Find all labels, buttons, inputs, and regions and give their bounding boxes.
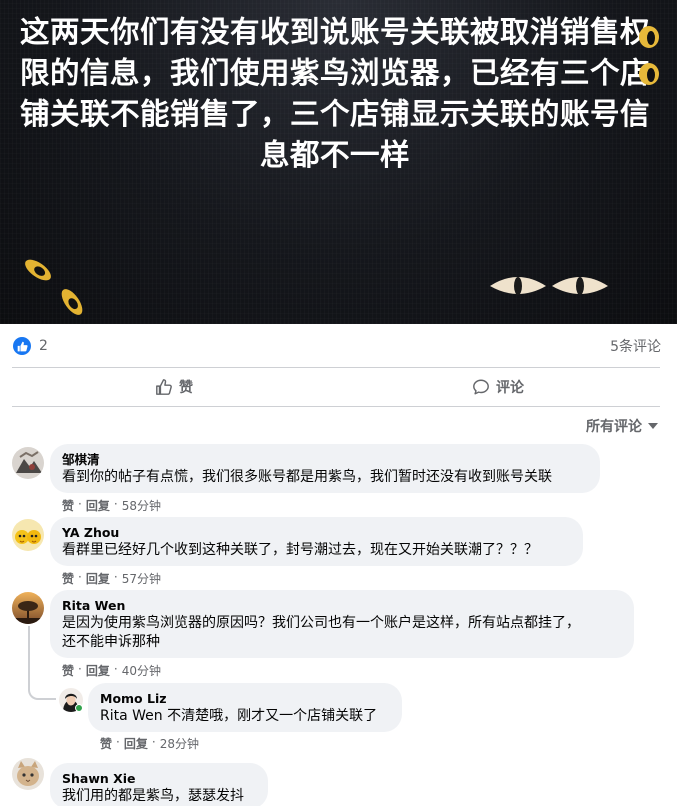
caret-down-icon <box>648 423 658 429</box>
avatar[interactable] <box>12 758 44 790</box>
reply-link[interactable]: 回复 <box>86 497 110 514</box>
reactions-summary: 2 5条评论 <box>13 334 661 358</box>
comment-bubble: YA Zhou 看群里已经好几个收到这种关联了，封号潮过去，现在又开始关联潮了？… <box>50 517 583 566</box>
comment-author[interactable]: 邹棋清 <box>62 452 588 468</box>
comment-author[interactable]: Shawn Xie <box>62 771 256 787</box>
eye-icon <box>61 289 83 315</box>
eye-icon <box>639 26 659 48</box>
like-link[interactable]: 赞 <box>100 735 112 752</box>
comment-meta: 赞 · 回复 · 58分钟 <box>62 497 161 514</box>
comment-text-line: 是因为使用紫鸟浏览器的原因吗？我们公司也有一个账户是这样，所有站点都挂了， <box>62 615 580 631</box>
comment-text: 我们用的都是紫鸟，瑟瑟发抖 <box>62 788 244 804</box>
mention-link[interactable]: Rita Wen <box>100 708 163 724</box>
reply-link[interactable]: 回复 <box>86 570 110 587</box>
like-button-label: 赞 <box>179 380 193 396</box>
reply-link[interactable]: 回复 <box>86 662 110 679</box>
comment-button-label: 评论 <box>496 380 524 396</box>
comment-timestamp[interactable]: 28分钟 <box>160 735 199 752</box>
comment-timestamp[interactable]: 57分钟 <box>122 570 161 587</box>
comment-author[interactable]: Rita Wen <box>62 598 622 614</box>
comment-text: Rita Wen 不清楚哦，刚才又一个店铺关联了 <box>100 707 390 726</box>
comment-meta: 赞 · 回复 · 28分钟 <box>100 735 199 752</box>
divider <box>12 406 660 407</box>
comment-author[interactable]: Momo Liz <box>100 691 390 707</box>
sort-label: 所有评论 <box>586 419 642 435</box>
comment-meta: 赞 · 回复 · 40分钟 <box>62 662 161 679</box>
comment-meta: 赞 · 回复 · 57分钟 <box>62 570 161 587</box>
comment-bubble: Rita Wen 是因为使用紫鸟浏览器的原因吗？我们公司也有一个账户是这样，所有… <box>50 590 634 658</box>
comment-button[interactable]: 评论 <box>336 368 660 406</box>
like-link[interactable]: 赞 <box>62 662 74 679</box>
comment-text-body: 不清楚哦，刚才又一个店铺关联了 <box>162 708 378 724</box>
like-link[interactable]: 赞 <box>62 497 74 514</box>
thumbs-up-icon[interactable] <box>13 337 31 355</box>
eye-icon <box>25 259 51 281</box>
comment-timestamp[interactable]: 58分钟 <box>122 497 161 514</box>
comment-text: 看到你的帖子有点慌，我们很多账号都是用紫鸟，我们暂时还没有收到账号关联 <box>62 469 552 485</box>
post-actions: 赞 评论 <box>12 368 660 406</box>
avatar[interactable] <box>12 447 44 479</box>
comment-bubble: Momo Liz Rita Wen 不清楚哦，刚才又一个店铺关联了 <box>88 683 402 732</box>
speech-bubble-icon <box>473 379 489 395</box>
like-count[interactable]: 2 <box>39 338 48 354</box>
reply-thread-line <box>28 626 56 700</box>
comment-bubble: Shawn Xie 我们用的都是紫鸟，瑟瑟发抖 <box>50 763 268 806</box>
eye-icon <box>490 277 546 295</box>
avatar[interactable] <box>12 519 44 551</box>
eye-icon <box>552 277 608 295</box>
comment-count[interactable]: 5条评论 <box>610 336 661 356</box>
cat-eyes-illustration <box>25 26 659 315</box>
online-status-icon <box>75 704 83 712</box>
comment-sort-dropdown[interactable]: 所有评论 <box>586 416 658 436</box>
comment-bubble: 邹棋清 看到你的帖子有点慌，我们很多账号都是用紫鸟，我们暂时还没有收到账号关联 <box>50 444 600 493</box>
like-link[interactable]: 赞 <box>62 570 74 587</box>
eye-icon <box>639 63 659 85</box>
comment-text-line: 还不能申诉那种 <box>62 634 160 650</box>
comment-author[interactable]: YA Zhou <box>62 525 571 541</box>
thumbs-up-outline-icon <box>156 379 172 395</box>
comment-timestamp[interactable]: 40分钟 <box>122 662 161 679</box>
avatar[interactable] <box>12 592 44 624</box>
comment-text: 看群里已经好几个收到这种关联了，封号潮过去，现在又开始关联潮了？？？ <box>62 542 538 558</box>
reply-link[interactable]: 回复 <box>124 735 148 752</box>
post-image[interactable]: 这两天你们有没有收到说账号关联被取消销售权限的信息，我们使用紫鸟浏览器，已经有三… <box>0 0 677 324</box>
like-button[interactable]: 赞 <box>12 368 336 406</box>
